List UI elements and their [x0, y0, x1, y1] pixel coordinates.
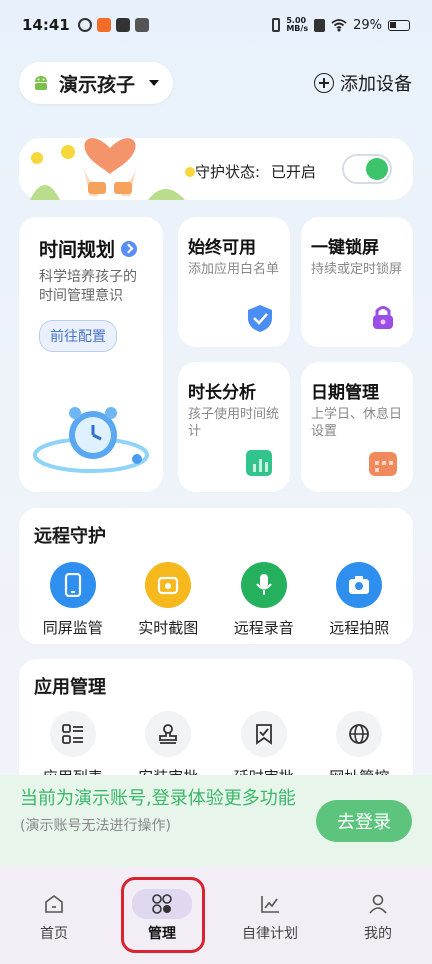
sim-icon	[314, 18, 326, 32]
remote-grid: 同屏监管 实时截图 远程录音 远程拍照	[19, 562, 413, 638]
screenshot-button[interactable]: 实时截图	[123, 562, 213, 638]
section-title: 应用管理	[34, 677, 106, 698]
lock-icon	[373, 306, 393, 329]
time-plan-title: 时间规划	[39, 235, 143, 262]
app-notification-icon	[96, 18, 111, 32]
battery-icon	[388, 19, 410, 31]
card-title: 日期管理	[311, 383, 379, 403]
play-icon	[115, 18, 130, 32]
tab-home[interactable]: 首页	[0, 867, 108, 964]
highlight-annotation	[121, 877, 205, 953]
battery-percent: 29%	[353, 17, 382, 33]
heart-hands-illustration	[30, 138, 195, 200]
bookmark-check-icon	[240, 711, 287, 757]
tab-label: 首页	[40, 926, 68, 942]
stamp-icon	[145, 711, 192, 757]
chevron-right-icon	[121, 240, 138, 257]
grid-label: 同屏监管	[42, 619, 103, 637]
microphone-icon	[240, 562, 287, 608]
protection-label: 守护状态:	[195, 163, 261, 181]
tab-self-discipline[interactable]: 自律计划	[216, 867, 324, 964]
demo-message: 当前为演示账号,登录体验更多功能	[20, 788, 296, 809]
list-icon	[49, 711, 96, 757]
grid-label: 远程录音	[233, 619, 294, 637]
time-plan-desc: 科学培养孩子的时间管理意识	[39, 269, 137, 304]
status-time: 14:41	[22, 16, 70, 34]
date-management-card[interactable]: 日期管理 上学日、休息日设置	[301, 362, 413, 492]
tab-label: 我的	[364, 926, 392, 942]
protection-status: 守护状态: 已开启	[195, 161, 316, 182]
globe-icon	[336, 711, 383, 757]
configure-button[interactable]: 前往配置	[39, 320, 117, 352]
always-available-card[interactable]: 始终可用 添加应用白名单	[178, 217, 290, 347]
chart-icon	[261, 896, 279, 913]
time-plan-card[interactable]: 时间规划 科学培养孩子的时间管理意识 前往配置	[19, 217, 163, 492]
add-device-label: 添加设备	[340, 74, 412, 95]
login-button[interactable]: 去登录	[316, 800, 412, 842]
bottom-tab-bar: 首页 管理 自律计划 我的	[0, 867, 432, 964]
notification-icons	[77, 18, 149, 32]
chevron-down-icon	[149, 80, 159, 86]
shield-icon	[248, 305, 272, 332]
protection-state: 已开启	[270, 163, 316, 181]
analytics-icon	[246, 450, 272, 476]
recording-button[interactable]: 远程录音	[219, 562, 309, 638]
screen-mirror-button[interactable]: 同屏监管	[28, 562, 118, 638]
demo-login-banner: 当前为演示账号,登录体验更多功能 (演示账号无法进行操作) 去登录	[0, 775, 432, 867]
time-plan-title-text: 时间规划	[39, 239, 116, 261]
card-desc: 持续或定时锁屏	[311, 262, 403, 277]
card-title: 始终可用	[188, 238, 256, 258]
plus-circle-icon	[314, 73, 334, 93]
camera-icon	[336, 562, 383, 608]
card-desc: 孩子使用时间统计	[188, 407, 280, 439]
card-desc: 上学日、休息日设置	[311, 407, 403, 439]
alarm-clock-icon	[33, 407, 149, 473]
card-title: 一键锁屏	[311, 238, 379, 258]
card-title: 时长分析	[188, 383, 256, 403]
child-name: 演示孩子	[59, 73, 136, 96]
net-speed: 5.00 MB/s	[286, 16, 309, 33]
lock-screen-card[interactable]: 一键锁屏 持续或定时锁屏	[301, 217, 413, 347]
status-bar: 14:41 5.00 MB/s 29%	[0, 0, 432, 50]
remote-guard-section: 远程守护 同屏监管 实时截图 远程录音 远程拍照	[19, 508, 413, 644]
user-icon	[369, 894, 387, 914]
child-selector[interactable]: 演示孩子	[19, 62, 173, 104]
grid-label: 远程拍照	[329, 619, 390, 637]
app-notification-icon	[134, 18, 149, 32]
add-device-button[interactable]: 添加设备	[314, 70, 412, 96]
card-desc: 添加应用白名单	[188, 262, 280, 277]
vibrate-icon	[272, 18, 281, 32]
tab-mine[interactable]: 我的	[324, 867, 432, 964]
home-icon	[45, 895, 63, 913]
android-icon	[35, 76, 47, 90]
sync-icon	[77, 18, 92, 32]
tab-label: 自律计划	[242, 926, 298, 942]
screenshot-icon	[145, 562, 192, 608]
section-title: 远程守护	[34, 526, 106, 547]
protection-toggle[interactable]	[342, 154, 392, 184]
remote-photo-button[interactable]: 远程拍照	[314, 562, 404, 638]
phone-icon	[49, 562, 96, 608]
calendar-icon	[369, 452, 397, 476]
grid-label: 实时截图	[138, 619, 199, 637]
usage-analysis-card[interactable]: 时长分析 孩子使用时间统计	[178, 362, 290, 492]
wifi-icon	[331, 18, 347, 31]
status-right: 5.00 MB/s 29%	[272, 17, 410, 33]
